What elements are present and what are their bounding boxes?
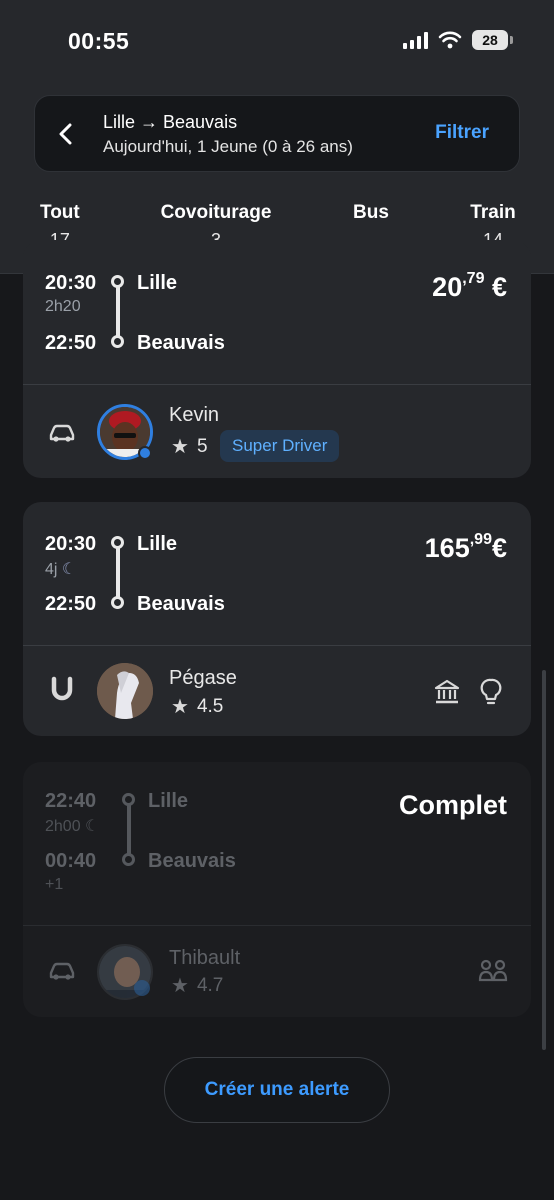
from-city: Lille [148, 790, 189, 812]
depart-time: 20:30 [45, 533, 97, 555]
tab-label: Tout [40, 202, 80, 223]
route-details: Aujourd'hui, 1 Jeune (0 à 26 ans) [103, 137, 353, 156]
price-decimal: ,79 [462, 270, 485, 287]
rating-value: 4.7 [196, 974, 224, 996]
verified-icon [134, 980, 150, 996]
depart-time: 20:30 [45, 272, 97, 294]
driver-rating: ★ 5 [171, 434, 208, 459]
route-dot [111, 335, 124, 348]
lightbulb-icon [480, 678, 502, 705]
price: 165,99€ [424, 531, 507, 564]
status-time: 00:55 [68, 28, 130, 54]
car-icon [49, 424, 75, 442]
driver-rating: ★ 4.7 [171, 973, 223, 998]
route-dot [122, 853, 135, 866]
star-icon: ★ [171, 975, 189, 997]
depart-time: 22:40 [45, 790, 97, 812]
night-moon-icon: ☾ [61, 561, 77, 578]
verified-icon [138, 446, 152, 460]
duration: 4j ☾ [45, 559, 76, 579]
driver-rating: ★ 4.5 [171, 694, 223, 719]
car-icon [49, 962, 75, 980]
price-decimal: ,99 [469, 531, 492, 548]
price-int: 165 [424, 533, 470, 563]
rating-value: 4.5 [196, 695, 224, 717]
route-dot [111, 596, 124, 609]
price: 20,79 € [432, 270, 507, 303]
wifi-icon [438, 31, 462, 49]
driver-photo [97, 663, 153, 719]
divider [23, 384, 531, 385]
duration-value: 2h00 [45, 818, 81, 835]
route-line [127, 802, 131, 860]
arrive-time: 00:40 [45, 850, 97, 872]
driver-name: Thibault [169, 947, 241, 969]
divider [23, 925, 531, 926]
ride-card[interactable]: 20:30 2h20 22:50 Lille Beauvais 20,79 € … [23, 240, 531, 478]
route-dot [111, 275, 124, 288]
duration: 2h00 ☾ [45, 816, 99, 836]
route-label: Lille → Beauvais [103, 112, 238, 132]
tab-label: Bus [353, 202, 389, 223]
two-passengers-icon [478, 959, 508, 982]
from-city: Lille [137, 272, 178, 294]
star-icon: ★ [171, 436, 189, 458]
price-int: 20 [432, 272, 463, 302]
rating-value: 5 [196, 435, 208, 457]
ride-card-full: 22:40 2h00 ☾ 00:40 +1 Lille Beauvais Com… [23, 762, 531, 1017]
horseshoe-icon [51, 676, 73, 701]
create-alert-button[interactable]: Créer une alerte [164, 1057, 390, 1123]
header-panel: 00:55 28 Lille → Beauvais Aujourd'hui, 1… [0, 0, 554, 274]
full-status: Complet [399, 790, 507, 820]
search-summary[interactable]: Lille → Beauvais Aujourd'hui, 1 Jeune (0… [34, 95, 520, 172]
day-offset: +1 [45, 876, 64, 893]
back-arrow-icon[interactable] [53, 120, 79, 148]
tab-label: Covoiturage [160, 202, 272, 223]
battery-icon: 28 [472, 30, 513, 50]
to-city: Beauvais [137, 593, 225, 615]
night-moon-icon: ☾ [85, 818, 100, 835]
star-icon: ★ [171, 696, 189, 718]
status-bar: 00:55 28 [0, 0, 554, 80]
search-route: Lille → Beauvais Aujourd'hui, 1 Jeune (0… [103, 112, 353, 157]
route-line [116, 284, 120, 340]
duration: 2h20 [45, 298, 81, 315]
ride-card[interactable]: 20:30 4j ☾ 22:50 Lille Beauvais 165,99€ … [23, 502, 531, 736]
status-icons: 28 [403, 30, 513, 50]
avatar [97, 663, 153, 719]
driver-name: Kevin [169, 404, 220, 426]
divider [23, 645, 531, 646]
tab-label: Train [470, 202, 516, 223]
filter-button[interactable]: Filtrer [435, 122, 489, 144]
driver-name: Pégase [169, 667, 237, 689]
scrollbar[interactable] [542, 670, 546, 1050]
from-city: Lille [137, 533, 178, 555]
super-driver-badge: Super Driver [220, 430, 340, 462]
route-line [116, 544, 120, 602]
bank-icon [434, 679, 460, 704]
to-city: Beauvais [137, 332, 225, 354]
price-currency: € [491, 533, 507, 563]
arrive-time: 22:50 [45, 593, 97, 615]
duration-value: 4j [45, 561, 58, 578]
arrive-time: 22:50 [45, 332, 97, 354]
route-dot [111, 536, 124, 549]
to-city: Beauvais [148, 850, 236, 872]
route-dot [122, 793, 135, 806]
signal-icon [403, 31, 428, 49]
price-currency: € [484, 272, 507, 302]
